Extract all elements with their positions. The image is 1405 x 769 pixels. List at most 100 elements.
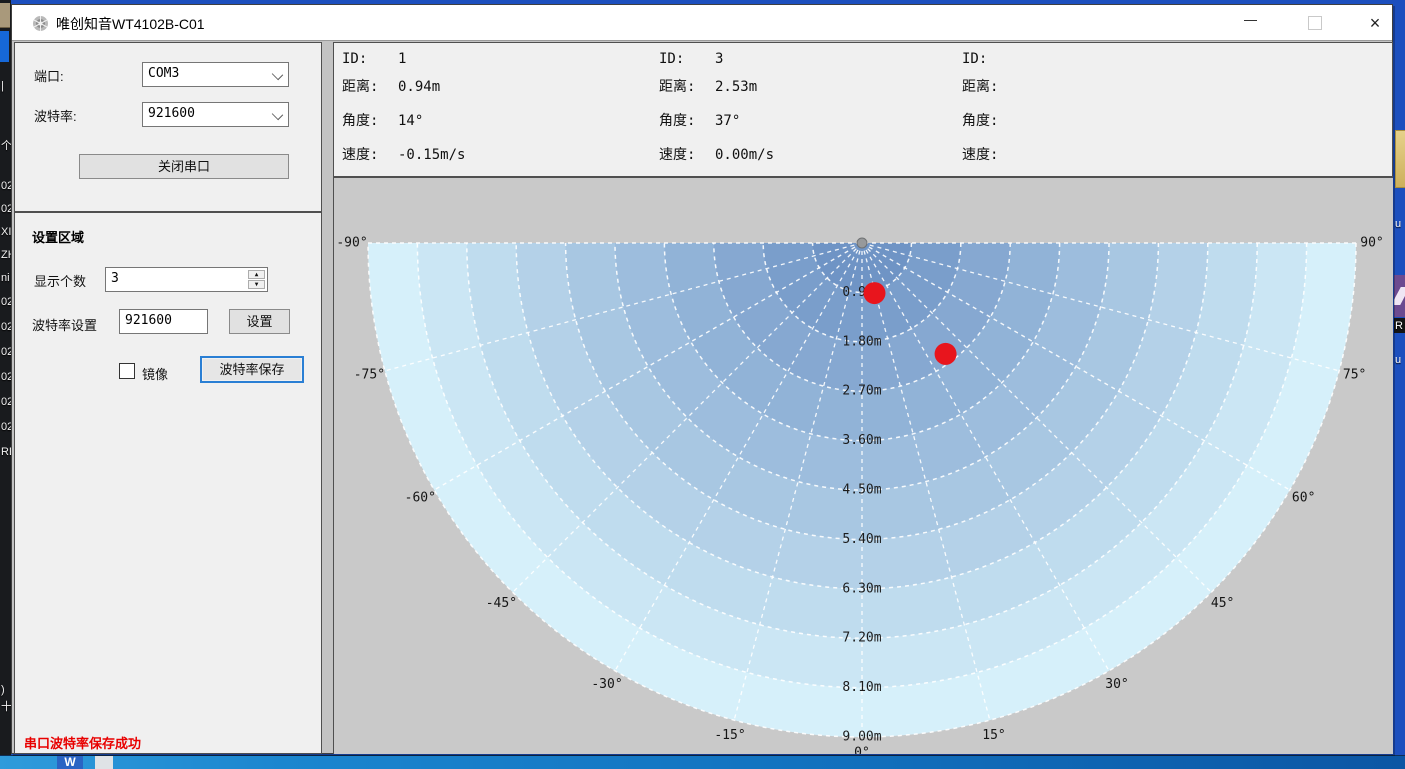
stepper-up-icon[interactable]: ▲: [248, 270, 265, 279]
target-column-1: ID:1 距离:0.94m 角度:14° 速度:-0.15m/s: [342, 43, 642, 176]
app-icon: [32, 15, 49, 32]
target-column-2: ID:3 距离:2.53m 角度:37° 速度:0.00m/s: [659, 43, 959, 176]
radar-panel: 0.90m1.80m2.70m3.60m4.50m5.40m6.30m7.20m…: [333, 177, 1393, 754]
minimize-icon: [1244, 20, 1257, 21]
desktop-icon-text-fragment: |: [1, 80, 4, 92]
speed-value: -0.15m/s: [398, 147, 465, 163]
mirror-checkbox[interactable]: [119, 363, 135, 379]
desktop-icon-text-fragment: 02: [1, 321, 11, 333]
id-value: 1: [398, 51, 406, 67]
svg-text:2.70m: 2.70m: [842, 384, 881, 399]
target-dot: [935, 343, 957, 365]
target-column-3: ID: 距离: 角度: 速度:: [962, 43, 1262, 176]
app-window: 唯创知音WT4102B-C01 × 端口: COM3 波特率: 921600 关…: [11, 4, 1393, 754]
settings-title: 设置区域: [32, 227, 84, 246]
baud-set-label: 波特率设置: [32, 315, 97, 334]
display-count-value: 3: [111, 271, 119, 286]
port-combobox-value: COM3: [148, 66, 179, 81]
desktop-icon-text-fragment: 02: [1, 371, 11, 383]
desktop-icon-text-fragment: 02: [1, 296, 11, 308]
baud-set-value: 921600: [125, 313, 172, 328]
id-label: ID:: [342, 51, 398, 67]
desktop-icon-text-fragment: XI: [1, 226, 11, 238]
desktop: |个0202XIZHni020202020202RE)十 uRu W 唯创知音W…: [0, 0, 1405, 768]
svg-text:4.50m: 4.50m: [842, 483, 881, 498]
angle-label: 角度:: [659, 110, 715, 130]
close-button[interactable]: ×: [1352, 5, 1398, 40]
svg-text:1.80m: 1.80m: [842, 334, 881, 349]
angle-label: 角度:: [962, 110, 1018, 130]
svg-text:30°: 30°: [1105, 677, 1128, 692]
count-stepper[interactable]: ▲ ▼: [248, 270, 265, 288]
status-message: 串口波特率保存成功: [24, 733, 141, 752]
app-icon: [1394, 275, 1405, 317]
id-value: 3: [715, 51, 723, 67]
svg-text:-45°: -45°: [486, 596, 517, 611]
baud-set-input[interactable]: 921600: [119, 309, 208, 334]
radar-plot: 0.90m1.80m2.70m3.60m4.50m5.40m6.30m7.20m…: [334, 178, 1393, 754]
angle-label: 角度:: [342, 110, 398, 130]
stepper-down-icon[interactable]: ▼: [248, 280, 265, 289]
desktop-icon-fragment-blue: [0, 31, 9, 62]
baud-combobox-value: 921600: [148, 106, 195, 121]
taskbar-icon[interactable]: [95, 756, 113, 769]
svg-text:60°: 60°: [1292, 491, 1315, 506]
svg-text:3.60m: 3.60m: [842, 433, 881, 448]
minimize-button[interactable]: [1227, 5, 1273, 40]
distance-label: 距离:: [962, 76, 1018, 96]
speed-value: 0.00m/s: [715, 147, 774, 163]
set-button[interactable]: 设置: [229, 309, 290, 334]
svg-text:90°: 90°: [1360, 236, 1383, 251]
mirror-label: 镜像: [142, 364, 168, 383]
desktop-icon-text-fragment: RE: [1, 446, 11, 458]
port-combobox[interactable]: COM3: [142, 62, 289, 87]
targets-info-panel: ID:1 距离:0.94m 角度:14° 速度:-0.15m/s ID:3 距离…: [333, 42, 1393, 177]
desktop-icon-text-fragment: 02: [1, 396, 11, 408]
word-taskbar-icon[interactable]: W: [57, 756, 83, 769]
taskbar[interactable]: W: [0, 755, 1405, 769]
desktop-icon-text-fragment: ni: [1, 272, 10, 284]
speed-label: 速度:: [342, 144, 398, 164]
desktop-icon-text-fragment: ): [1, 684, 5, 696]
folder-icon: [1395, 130, 1405, 188]
settings-groupbox: 设置区域 显示个数 3 ▲ ▼ 波特率设置 921600 设置 镜像 波特率保存…: [14, 212, 322, 754]
desktop-icon-text-fragment: u: [1395, 218, 1401, 230]
baud-combobox[interactable]: 921600: [142, 102, 289, 127]
distance-value: 2.53m: [715, 79, 757, 95]
svg-text:-90°: -90°: [336, 236, 367, 251]
port-label: 端口:: [34, 66, 64, 85]
desktop-left-strip: |个0202XIZHni020202020202RE)十: [0, 0, 11, 768]
desktop-icon-text-fragment: 02: [1, 346, 11, 358]
svg-text:-75°: -75°: [354, 367, 385, 382]
window-title: 唯创知音WT4102B-C01: [56, 14, 205, 34]
svg-text:6.30m: 6.30m: [842, 581, 881, 596]
svg-text:75°: 75°: [1343, 367, 1366, 382]
desktop-icon-text-fragment: ZH: [1, 249, 11, 261]
titlebar[interactable]: 唯创知音WT4102B-C01 ×: [12, 5, 1392, 41]
save-baud-button[interactable]: 波特率保存: [200, 356, 304, 383]
svg-text:8.10m: 8.10m: [842, 680, 881, 695]
display-count-label: 显示个数: [34, 271, 86, 290]
target-dot: [863, 282, 885, 304]
speed-label: 速度:: [962, 144, 1018, 164]
chevron-down-icon: [272, 109, 283, 120]
angle-value: 37°: [715, 113, 740, 129]
distance-label: 距离:: [342, 76, 398, 96]
svg-text:7.20m: 7.20m: [842, 631, 881, 646]
desktop-icon-text-fragment: 02: [1, 180, 11, 192]
svg-text:-15°: -15°: [714, 728, 745, 743]
desktop-right-strip: uRu: [1394, 0, 1405, 768]
close-port-button[interactable]: 关闭串口: [79, 154, 289, 179]
svg-text:-60°: -60°: [405, 491, 436, 506]
id-label: ID:: [659, 51, 715, 67]
desktop-icon-text-fragment: 十: [1, 698, 11, 714]
chevron-down-icon: [272, 69, 283, 80]
maximize-button[interactable]: [1292, 5, 1338, 40]
svg-text:-30°: -30°: [591, 677, 622, 692]
baud-label: 波特率:: [34, 106, 77, 125]
desktop-icon-fragment: [0, 3, 10, 28]
svg-text:45°: 45°: [1211, 596, 1234, 611]
display-count-input[interactable]: 3 ▲ ▼: [105, 267, 268, 292]
id-label: ID:: [962, 51, 1018, 67]
svg-text:9.00m: 9.00m: [842, 730, 881, 745]
